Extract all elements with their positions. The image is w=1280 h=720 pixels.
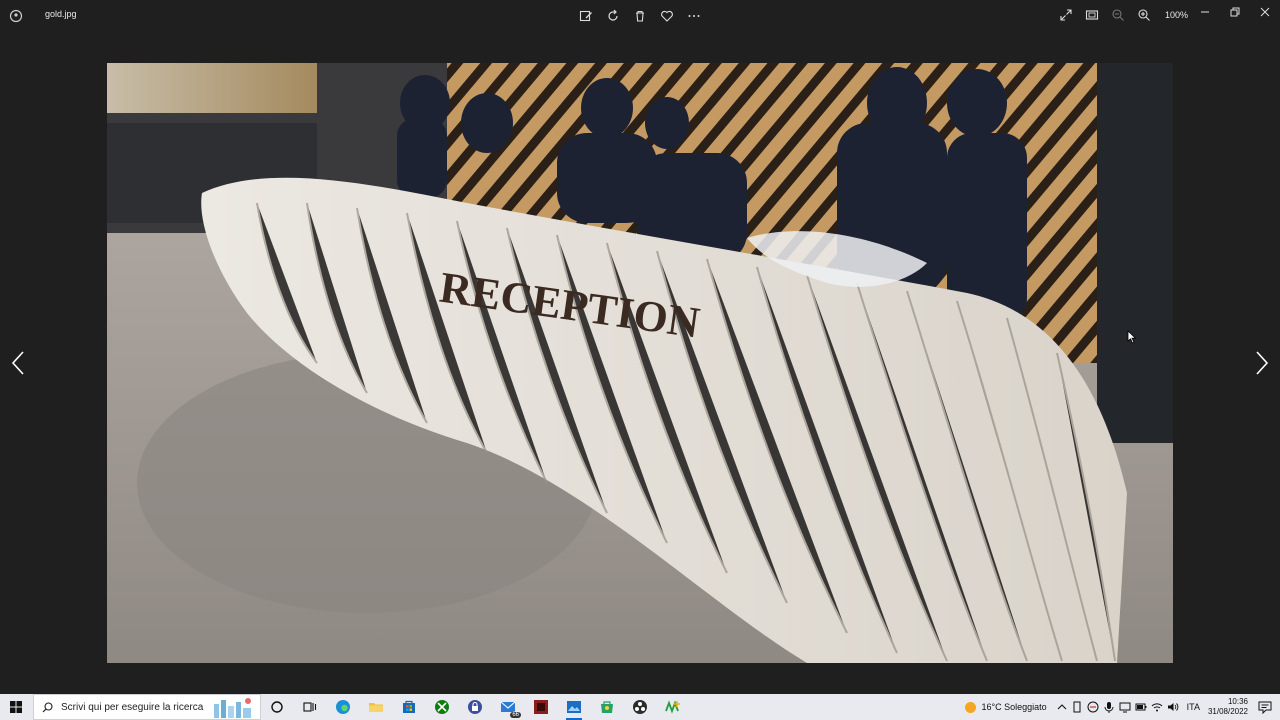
edit-icon[interactable] xyxy=(578,8,594,24)
windows-logo-icon xyxy=(10,701,22,713)
chevron-up-icon[interactable] xyxy=(1057,702,1067,712)
usb-device-icon[interactable] xyxy=(1071,701,1083,713)
restore-icon[interactable] xyxy=(1220,0,1250,24)
vpn-lock-icon[interactable] xyxy=(464,696,486,718)
photo-reception-desk: RECEPTION xyxy=(107,63,1173,663)
display-icon[interactable] xyxy=(1119,701,1131,713)
start-button[interactable] xyxy=(0,694,32,720)
system-tray: 16°C Soleggiato ITA 10:36 31/08/2022 xyxy=(964,694,1280,720)
media-app-icon[interactable] xyxy=(530,696,552,718)
clock-time: 10:36 xyxy=(1227,697,1248,706)
favorite-heart-icon[interactable] xyxy=(659,8,675,24)
cortana-icon[interactable] xyxy=(266,696,288,718)
photos-app-icon xyxy=(9,9,23,23)
chevron-right-icon xyxy=(1256,351,1269,375)
previous-image-button[interactable] xyxy=(6,346,30,380)
zoom-out-icon[interactable] xyxy=(1111,8,1125,22)
file-name: gold.jpg xyxy=(45,9,77,19)
delete-icon[interactable] xyxy=(632,8,648,24)
spreadsheet-app-icon[interactable] xyxy=(662,696,684,718)
photo-illustration: RECEPTION xyxy=(107,63,1173,663)
notifications-icon[interactable] xyxy=(1258,700,1272,714)
taskbar-search-box[interactable]: Scrivi qui per eseguire la ricerca xyxy=(33,694,261,720)
xbox-icon[interactable] xyxy=(431,696,453,718)
task-view-icon[interactable] xyxy=(299,696,321,718)
taskbar-apps: 66 xyxy=(266,694,684,720)
mail-icon[interactable]: 66 xyxy=(497,696,521,718)
edge-browser-icon[interactable] xyxy=(332,696,354,718)
window-controls xyxy=(1190,0,1280,24)
zoom-in-icon[interactable] xyxy=(1137,8,1151,22)
zoom-level[interactable]: 100% xyxy=(1165,10,1188,20)
clock-date: 31/08/2022 xyxy=(1207,707,1248,716)
microphone-icon[interactable] xyxy=(1103,701,1115,713)
search-highlight-icon xyxy=(214,698,251,718)
more-options-icon[interactable] xyxy=(686,8,702,24)
search-placeholder: Scrivi qui per eseguire la ricerca xyxy=(61,701,204,713)
weather-widget[interactable]: 16°C Soleggiato xyxy=(964,701,1047,714)
clock[interactable]: 10:36 31/08/2022 xyxy=(1208,697,1248,717)
file-explorer-icon[interactable] xyxy=(365,696,387,718)
title-bar: gold.jpg 100% xyxy=(0,0,1280,32)
wifi-icon[interactable] xyxy=(1151,701,1163,713)
mail-badge: 66 xyxy=(510,712,521,718)
input-language[interactable]: ITA xyxy=(1187,702,1200,712)
store-bag-icon[interactable] xyxy=(596,696,618,718)
mouse-cursor-icon xyxy=(1127,330,1137,344)
close-icon[interactable] xyxy=(1250,0,1280,24)
view-tools: 100% xyxy=(1059,8,1188,22)
image-viewer: RECEPTION xyxy=(0,32,1280,694)
taskbar: Scrivi qui per eseguire la ricerca 66 16… xyxy=(0,694,1280,720)
next-image-button[interactable] xyxy=(1250,346,1274,380)
search-icon xyxy=(42,701,53,712)
rotate-icon[interactable] xyxy=(605,8,621,24)
battery-icon[interactable] xyxy=(1135,701,1147,713)
photos-taskbar-icon[interactable] xyxy=(563,696,585,720)
security-icon[interactable] xyxy=(1087,701,1099,713)
weather-text: 16°C Soleggiato xyxy=(981,702,1047,712)
chevron-left-icon xyxy=(11,351,24,375)
fit-to-window-icon[interactable] xyxy=(1085,8,1099,22)
store-icon[interactable] xyxy=(398,696,420,718)
volume-icon[interactable] xyxy=(1167,701,1179,713)
obs-studio-icon[interactable] xyxy=(629,696,651,718)
sun-icon xyxy=(965,701,977,713)
minimize-icon[interactable] xyxy=(1190,0,1220,24)
image-toolbar xyxy=(578,8,702,24)
fullscreen-icon[interactable] xyxy=(1059,8,1073,22)
